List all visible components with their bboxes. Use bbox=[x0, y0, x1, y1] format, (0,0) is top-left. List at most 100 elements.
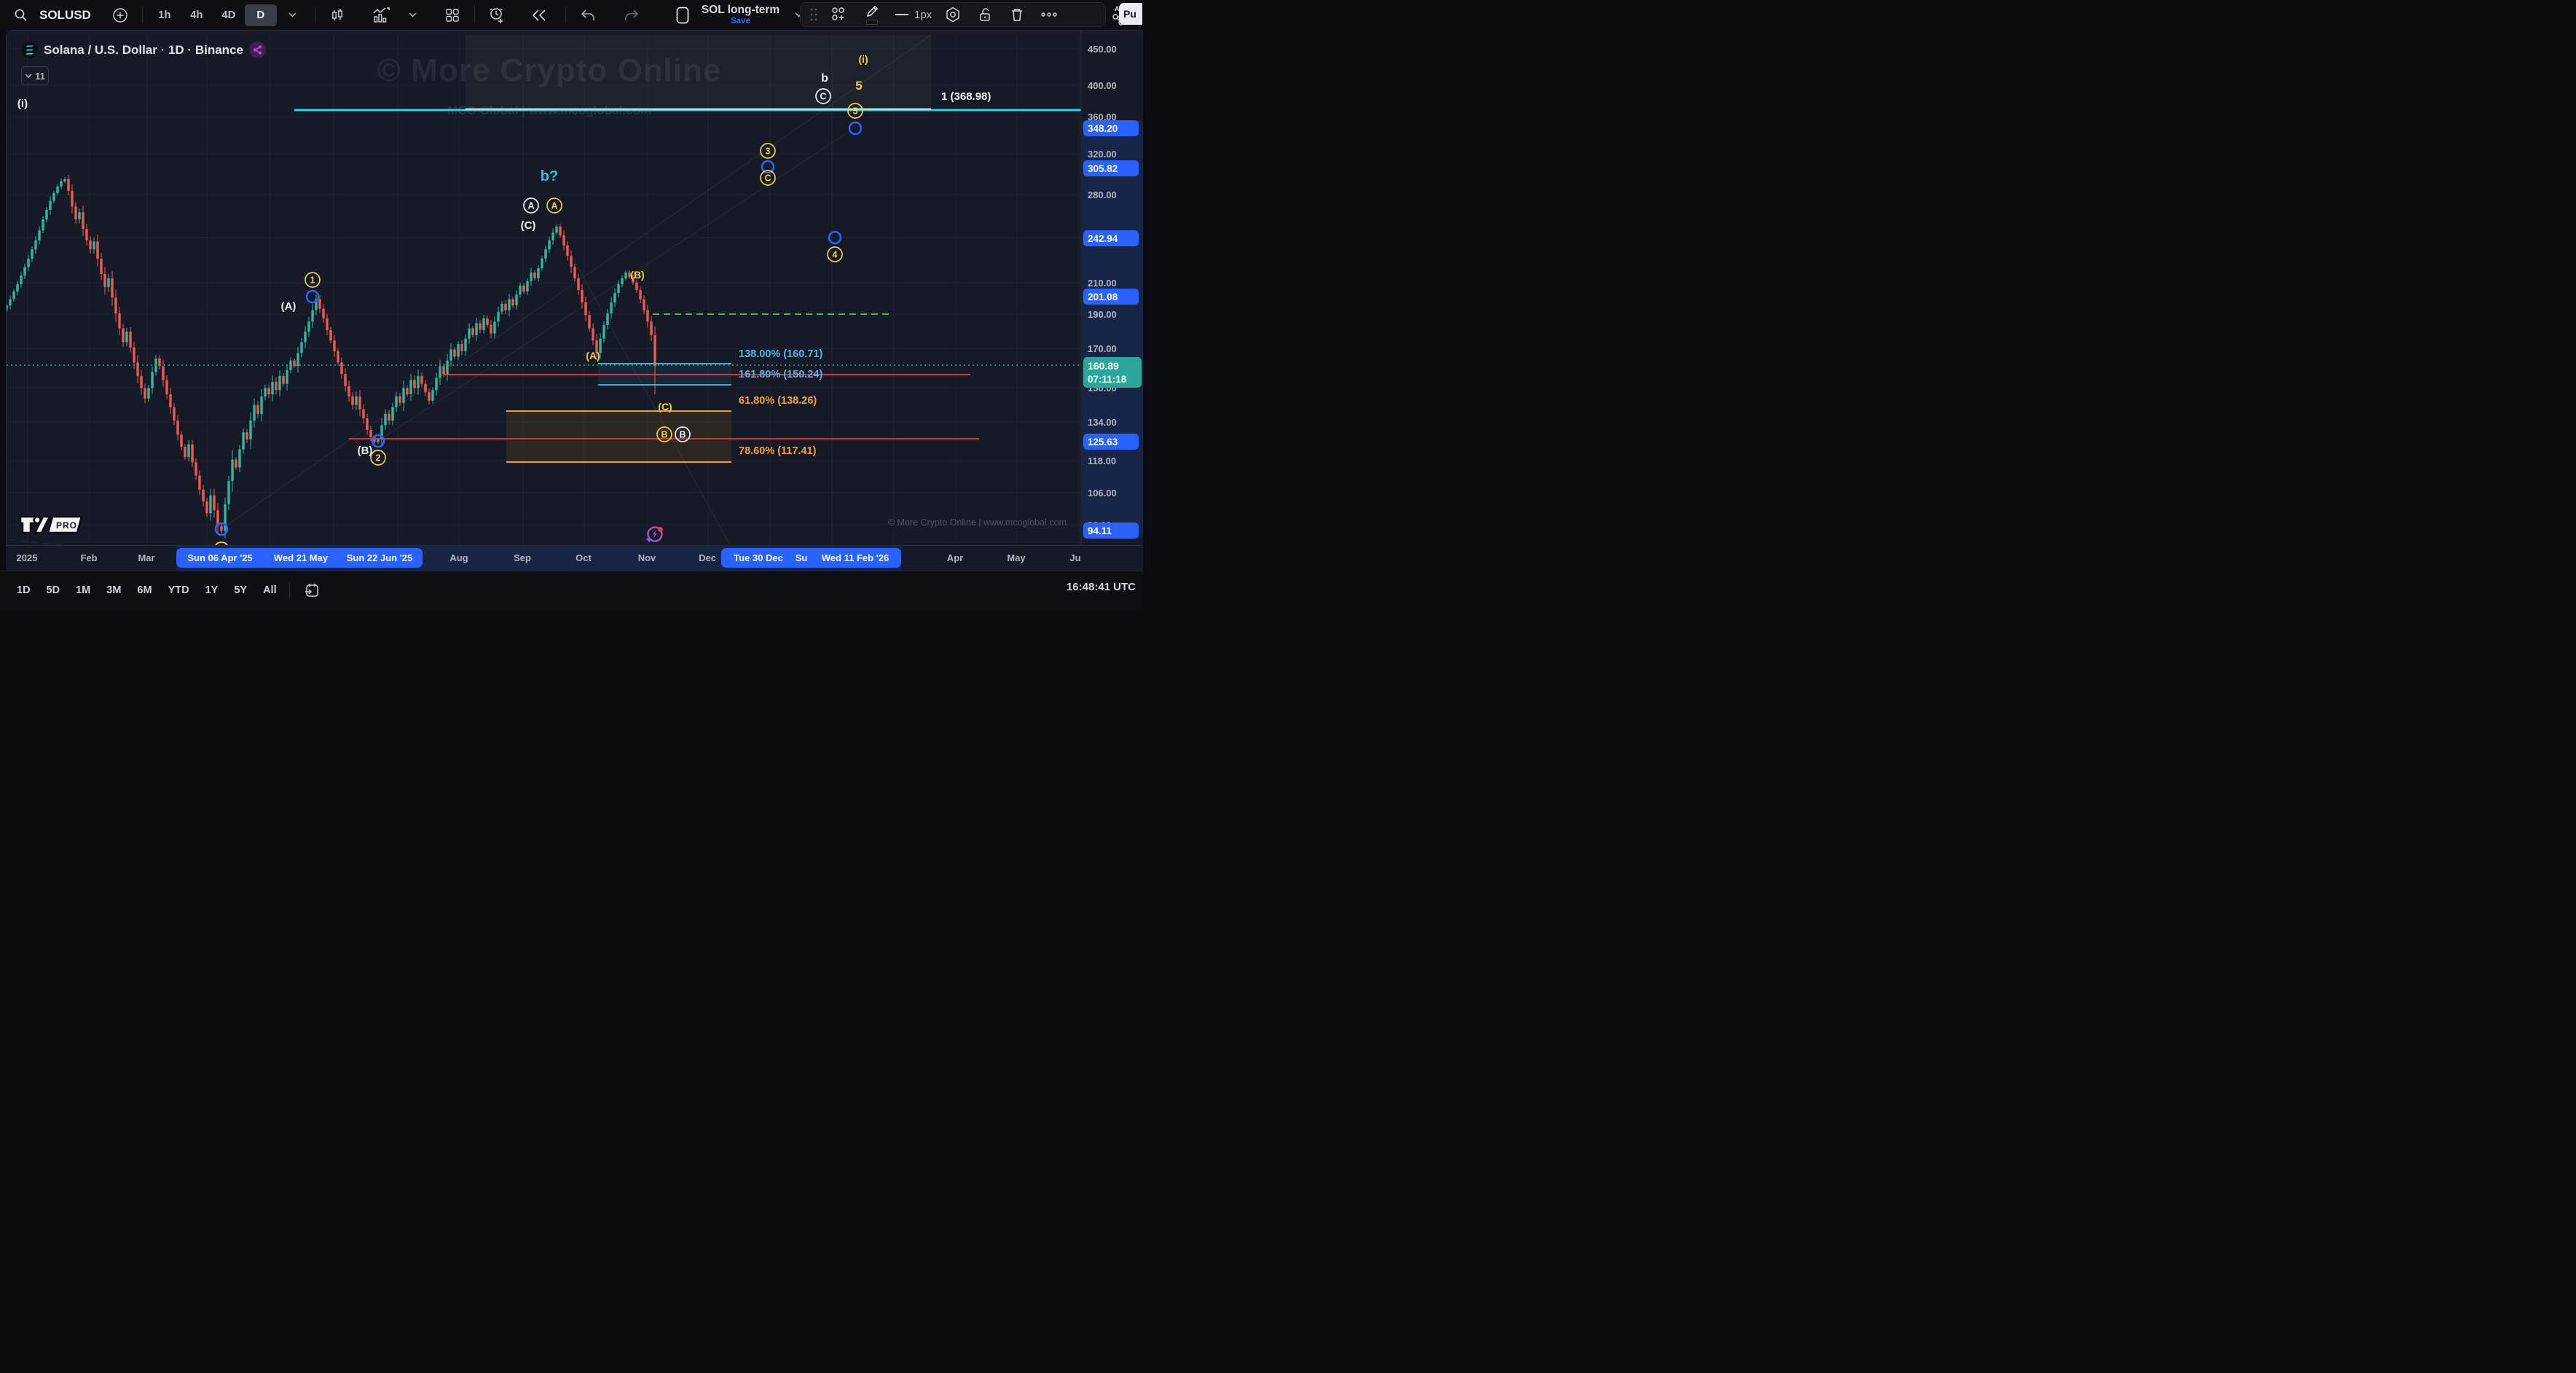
clock-utc[interactable]: 16:48:41 UTC bbox=[1067, 581, 1136, 593]
goto-date-button[interactable] bbox=[296, 579, 328, 601]
symbol-name[interactable]: SOLUSD bbox=[36, 4, 94, 26]
layout-title-button[interactable]: SOL long-term Save bbox=[699, 4, 782, 26]
grid-layout-icon bbox=[444, 7, 460, 23]
undo-button[interactable] bbox=[572, 4, 604, 26]
interval-dropdown[interactable] bbox=[277, 4, 309, 26]
layout-select-icon-wrap[interactable] bbox=[667, 4, 699, 26]
chevron-down-icon bbox=[409, 12, 417, 17]
chart-legend[interactable]: Solana / U.S. Dollar · 1D · Binance bbox=[21, 42, 266, 58]
toolbar-separator bbox=[289, 582, 290, 598]
candlestick-icon bbox=[329, 7, 345, 23]
share-idea-icon[interactable] bbox=[249, 42, 266, 58]
more-options-button[interactable] bbox=[1033, 4, 1065, 26]
time-axis-label: May bbox=[1007, 552, 1025, 563]
toolbar-separator bbox=[565, 7, 566, 23]
bottom-toolbar: 1D5D1M3M6MYTD1Y5YAll bbox=[0, 571, 1142, 609]
range-button-5d[interactable]: 5D bbox=[40, 581, 67, 600]
wave-label-text: 2 bbox=[376, 453, 381, 463]
ellipsis-icon bbox=[1041, 12, 1057, 17]
replay-button[interactable] bbox=[523, 4, 555, 26]
alert-button[interactable] bbox=[481, 4, 513, 26]
time-axis[interactable]: 2025FebMarAugSepOctNovDecAprMayJuSun 06 … bbox=[6, 545, 1142, 571]
wave-label-text: A bbox=[551, 201, 557, 211]
range-button-1d[interactable]: 1D bbox=[10, 581, 37, 600]
layout-grid-button[interactable] bbox=[436, 4, 468, 26]
time-axis-label: Nov bbox=[638, 552, 656, 563]
svg-text:125.63: 125.63 bbox=[1088, 437, 1118, 447]
wave-label-text[interactable]: (A) bbox=[281, 300, 297, 313]
compare-add-button[interactable] bbox=[104, 4, 136, 26]
template-button[interactable] bbox=[822, 4, 855, 26]
redo-button[interactable] bbox=[616, 4, 648, 26]
alert-clock-icon bbox=[488, 7, 506, 24]
wave-label-text[interactable]: 5 bbox=[855, 79, 862, 93]
wave-label-text[interactable]: (B) bbox=[358, 445, 373, 457]
style-settings-button[interactable] bbox=[937, 4, 969, 26]
rewind-icon bbox=[531, 9, 547, 22]
pencil-icon bbox=[865, 4, 879, 18]
chevron-down-icon bbox=[288, 12, 297, 17]
range-button-1y[interactable]: 1Y bbox=[199, 581, 225, 600]
wave-label-text[interactable]: (i) bbox=[17, 98, 28, 110]
indicators-icon bbox=[372, 7, 390, 23]
wave-label-text: 1 bbox=[310, 275, 315, 286]
price-axis-label: 118.00 bbox=[1088, 455, 1116, 466]
wave-label-text[interactable]: b bbox=[821, 72, 828, 85]
chart-style-button[interactable] bbox=[321, 4, 353, 26]
wave-label-text[interactable]: (B) bbox=[630, 269, 644, 281]
range-button-1m[interactable]: 1M bbox=[69, 581, 97, 600]
wave-label-text[interactable]: (C) bbox=[658, 401, 672, 412]
chart-widget: 1 (368.98)(i)(A)(B)(C)bb?(A)(B)(C)5(i)12… bbox=[6, 30, 1142, 572]
range-button-6m[interactable]: 6M bbox=[130, 581, 158, 600]
solana-logo-icon bbox=[21, 42, 38, 58]
price-chart[interactable]: 1 (368.98)(i)(A)(B)(C)bb?(A)(B)(C)5(i)12… bbox=[7, 31, 1143, 573]
wave-label-text[interactable]: (i) bbox=[858, 53, 868, 65]
chevron-down-icon bbox=[25, 74, 32, 78]
interval-1d-active[interactable]: D bbox=[245, 4, 277, 26]
svg-text:PRO: PRO bbox=[56, 520, 77, 531]
price-axis-label: 210.00 bbox=[1088, 278, 1117, 289]
interval-1h[interactable]: 1h bbox=[149, 4, 181, 26]
event-marker[interactable] bbox=[644, 525, 664, 549]
drag-handle-icon[interactable] bbox=[809, 7, 818, 22]
fib-zone-orange[interactable] bbox=[506, 411, 731, 462]
tradingview-pro-logo[interactable]: PRO bbox=[19, 514, 85, 539]
price-axis-label: 400.00 bbox=[1088, 80, 1117, 91]
price-axis-label: 450.00 bbox=[1088, 44, 1117, 55]
range-button-all[interactable]: All bbox=[256, 581, 283, 600]
indicators-collapse-toggle[interactable]: 11 bbox=[21, 66, 49, 85]
wave-label-text: B bbox=[679, 430, 686, 440]
range-button-3m[interactable]: 3M bbox=[100, 581, 127, 600]
indicators-button[interactable] bbox=[365, 4, 397, 26]
svg-text:348.20: 348.20 bbox=[1088, 123, 1118, 134]
target-line-label: 1 (368.98) bbox=[941, 90, 991, 103]
interval-4d[interactable]: 4D bbox=[213, 4, 245, 26]
interval-4h[interactable]: 4h bbox=[181, 4, 213, 26]
range-buttons: 1D5D1M3M6MYTD1Y5YAll bbox=[10, 581, 283, 600]
save-layout-button[interactable]: Save bbox=[731, 17, 750, 26]
range-button-ytd[interactable]: YTD bbox=[162, 581, 196, 600]
fib-level-label: 78.60% (117.41) bbox=[739, 445, 817, 457]
calendar-goto-icon bbox=[304, 582, 320, 598]
lock-button[interactable] bbox=[969, 4, 1001, 26]
delete-button[interactable] bbox=[1001, 4, 1033, 26]
indicators-dropdown[interactable] bbox=[397, 4, 429, 26]
publish-button[interactable]: Pu bbox=[1119, 3, 1142, 25]
range-button-5y[interactable]: 5Y bbox=[227, 581, 254, 600]
symbol-search-button[interactable] bbox=[4, 4, 36, 26]
price-axis-label: 134.00 bbox=[1088, 417, 1117, 428]
search-icon bbox=[14, 8, 28, 22]
time-axis-label: Sep bbox=[514, 552, 531, 563]
line-width-button[interactable]: 1px bbox=[890, 4, 937, 26]
wave-label-text: 5 bbox=[853, 106, 858, 117]
wave-label-text[interactable]: (C) bbox=[521, 219, 536, 232]
wave-label-text[interactable]: b? bbox=[541, 168, 558, 184]
layout-title: SOL long-term bbox=[702, 4, 780, 16]
tv-pro-icon: PRO bbox=[19, 514, 85, 536]
svg-text:242.94: 242.94 bbox=[1088, 233, 1118, 244]
indicators-count: 11 bbox=[35, 71, 45, 82]
price-axis-label: 190.00 bbox=[1088, 309, 1117, 320]
draw-color-button[interactable] bbox=[855, 4, 890, 26]
wave-label-text[interactable]: (A) bbox=[586, 350, 600, 361]
drawing-toolbar: 1px bbox=[800, 2, 1106, 27]
